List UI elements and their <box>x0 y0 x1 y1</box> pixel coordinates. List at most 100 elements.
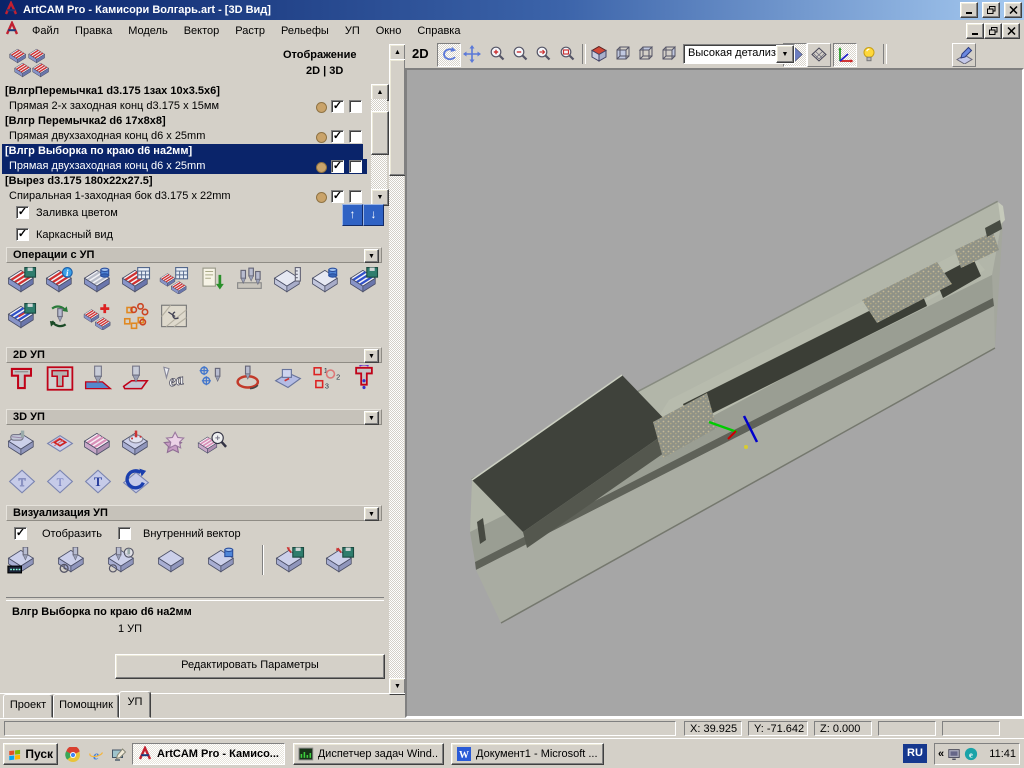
zoom-previous-button[interactable] <box>532 43 554 65</box>
tab-Проект[interactable]: Проект <box>3 694 53 718</box>
menu-Модель[interactable]: Модель <box>120 22 175 40</box>
simulate-all-toolpaths-icon[interactable] <box>104 545 140 575</box>
drill-sequence-icon[interactable]: 123 <box>308 363 344 393</box>
machine-relief-icon[interactable] <box>4 428 40 458</box>
section-header-1[interactable]: Операции с УП▼ <box>6 247 382 263</box>
section-header-3[interactable]: 3D УП▼ <box>6 409 382 425</box>
section-header-2[interactable]: 2D УП▼ <box>6 347 382 363</box>
toolpath-group-row[interactable]: [Вырез d3.175 180x22x27.5] <box>2 174 363 189</box>
section-collapse-icon[interactable]: ▼ <box>364 249 379 263</box>
isometric-view-button[interactable] <box>588 43 610 65</box>
simulate-toolpath-icon[interactable] <box>54 545 90 575</box>
vcarve-pocket-icon[interactable] <box>80 363 116 393</box>
show-desktop-icon[interactable] <box>110 746 127 763</box>
toolpath-notes-icon[interactable] <box>194 265 230 295</box>
view-along-z-button[interactable] <box>658 43 680 65</box>
load-toolpath-icon[interactable] <box>4 301 40 331</box>
undo-machining-icon[interactable] <box>118 466 154 496</box>
section-collapse-icon[interactable]: ▼ <box>364 349 379 363</box>
engrave-tile-1-icon[interactable]: T <box>4 466 40 496</box>
toolpath-summary-icon[interactable]: i <box>42 265 78 295</box>
menu-Правка[interactable]: Правка <box>67 22 120 40</box>
viz-inner-vector-checkbox[interactable] <box>118 527 131 540</box>
menu-Растр[interactable]: Растр <box>227 22 273 40</box>
edit-parameters-button[interactable]: Редактировать Параметры <box>115 654 385 679</box>
menu-Окно[interactable]: Окно <box>368 22 410 40</box>
lighting-button[interactable] <box>858 43 880 65</box>
close-button[interactable] <box>1004 2 1022 18</box>
toolpath-2d-checkbox[interactable]: ✓ <box>331 160 344 173</box>
circular-mill-icon[interactable] <box>232 363 268 393</box>
section-collapse-icon[interactable]: ▼ <box>364 411 379 425</box>
profile-bridges-icon[interactable] <box>346 363 382 393</box>
language-indicator[interactable]: RU <box>903 744 927 763</box>
chrome-icon[interactable] <box>64 746 81 763</box>
feature-machine-icon[interactable] <box>42 428 78 458</box>
material-block-icon[interactable] <box>308 265 344 295</box>
delete-simulation-icon[interactable] <box>204 545 240 575</box>
color-fill-checkbox[interactable]: ✓ <box>16 206 29 219</box>
tray-collapse-chevron[interactable]: « <box>938 748 944 760</box>
toolpath-group-row[interactable]: [ВлгрПеремычка1 d3.175 1зах 10x3.5x6] <box>2 84 363 99</box>
menu-Рельефы[interactable]: Рельефы <box>273 22 337 40</box>
toolpath-2d-checkbox[interactable]: ✓ <box>331 100 344 113</box>
pan-view-button[interactable] <box>461 43 483 65</box>
3d-view[interactable] <box>405 68 1024 718</box>
panel-scrollbar-thumb[interactable] <box>389 59 406 176</box>
tab-УП[interactable]: УП <box>119 691 151 718</box>
profile-toolpath-icon[interactable] <box>4 363 40 393</box>
machine-sled-icon[interactable] <box>270 363 306 393</box>
toolpath-row[interactable]: Прямая двухзаходная конц d6 x 25mm <box>2 129 367 144</box>
toolpath-row[interactable]: Прямая двухзаходная конц d6 x 25mm <box>2 159 367 174</box>
merge-toolpaths-icon[interactable] <box>118 301 154 331</box>
move-toolpath-up-button[interactable]: ↑ <box>342 204 363 226</box>
engrave-tile-2-icon[interactable]: T <box>42 466 78 496</box>
simulate-toolpath-control-icon[interactable] <box>4 545 40 575</box>
wireframe-checkbox[interactable]: ✓ <box>16 228 29 241</box>
minimize-button[interactable] <box>960 2 978 18</box>
save-simulation-icon[interactable] <box>272 545 308 575</box>
save-toolpath-icon[interactable] <box>4 265 40 295</box>
block-setup-icon[interactable] <box>270 265 306 295</box>
view-2d-button[interactable]: 2D <box>412 46 429 61</box>
drill-holes-icon[interactable] <box>194 363 230 393</box>
area-clearance-icon[interactable] <box>42 363 78 393</box>
origin-axes-button[interactable] <box>833 43 857 67</box>
section-header-4[interactable]: Визуализация УП▼ <box>6 505 382 521</box>
toolpath-group-row[interactable]: [Влгр Перемычка2 d6 17x8x8] <box>2 114 363 129</box>
view-along-y-button[interactable] <box>635 43 657 65</box>
copy-toolpath-icon[interactable] <box>80 301 116 331</box>
internet-explorer-icon[interactable]: e <box>87 746 104 763</box>
zoom-in-button[interactable] <box>486 43 508 65</box>
tool-database-icon[interactable] <box>232 265 268 295</box>
toolpath-template-icon[interactable] <box>156 301 192 331</box>
zoom-out-button[interactable] <box>509 43 531 65</box>
wireframe-overlay-button[interactable] <box>807 43 831 67</box>
carve-shape-icon[interactable] <box>156 428 192 458</box>
viz-show-checkbox[interactable]: ✓ <box>14 527 27 540</box>
simulation-paint-button[interactable] <box>952 43 976 67</box>
menu-Файл[interactable]: Файл <box>24 22 67 40</box>
load-simulation-icon[interactable] <box>322 545 358 575</box>
menu-Вектор[interactable]: Вектор <box>176 22 228 40</box>
batch-calculate-icon[interactable] <box>156 265 192 295</box>
rest-machining-icon[interactable] <box>118 428 154 458</box>
move-toolpath-down-button[interactable]: ↓ <box>363 204 384 226</box>
tray-antivirus-icon[interactable]: e <box>964 747 978 761</box>
restore-button[interactable] <box>982 2 1000 18</box>
toolpath-3d-checkbox[interactable] <box>349 130 362 143</box>
detail-level-dropdown[interactable]: Высокая детализация▼ <box>683 44 795 64</box>
task-button-2[interactable]: Диспетчер задач Wind... <box>293 743 444 765</box>
tab-Помощник[interactable]: Помощник <box>53 694 119 718</box>
toolpath-row[interactable]: Спиральная 1-заходная бок d3.175 x 22mm <box>2 189 367 204</box>
reset-simulation-icon[interactable] <box>154 545 190 575</box>
toolpath-row[interactable]: Прямая 2-х заходная конц d3.175 x 15мм <box>2 99 367 114</box>
engrave-feature-icon[interactable]: ea <box>156 363 192 393</box>
material-setup-icon[interactable] <box>80 265 116 295</box>
task-button-3[interactable]: WДокумент1 - Microsoft ... <box>451 743 604 765</box>
start-button[interactable]: Пуск <box>3 743 58 765</box>
toolpath-3d-checkbox[interactable] <box>349 100 362 113</box>
section-collapse-icon[interactable]: ▼ <box>364 507 379 521</box>
menu-УП[interactable]: УП <box>337 22 368 40</box>
toolpath-2d-checkbox[interactable]: ✓ <box>331 130 344 143</box>
